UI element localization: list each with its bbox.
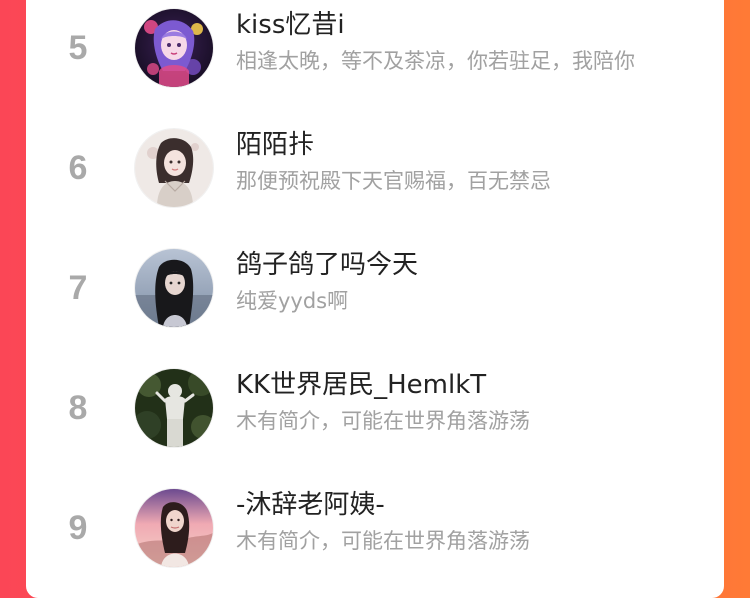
anime-girl-avatar-icon (135, 9, 213, 87)
user-nickname[interactable]: kiss忆昔i (236, 8, 345, 42)
user-avatar[interactable] (135, 249, 213, 327)
user-nickname[interactable]: KK世界居民_HemlkT (236, 368, 486, 402)
rank-number: 9 (68, 509, 88, 547)
user-nickname[interactable]: 陌陌拤 (236, 128, 314, 162)
ranking-row-5[interactable]: 5 kiss忆昔i 相逢太晚，等不及茶凉，你若驻足，我陪你 (26, 0, 724, 100)
user-avatar[interactable] (135, 489, 213, 567)
rank-number: 8 (68, 389, 88, 427)
ranking-list: 5 kiss忆昔i 相逢太晚，等不及茶凉，你若驻足，我陪你 6 陌陌拤 那便预祝… (26, 0, 724, 585)
ranking-row-6[interactable]: 6 陌陌拤 那便预祝殿下天官赐福，百无禁忌 (26, 120, 724, 220)
user-bio: 纯爱yyds啊 (236, 289, 349, 313)
user-bio: 木有简介，可能在世界角落游荡 (236, 529, 530, 553)
rank-number: 5 (68, 29, 88, 67)
ranking-row-8[interactable]: 8 KK世界居民_HemlkT 木有简介，可能在世界角落游荡 (26, 360, 724, 460)
ranking-row-7[interactable]: 7 鸽子鸽了吗今天 纯爱yyds啊 (26, 240, 724, 340)
user-nickname[interactable]: -沐辞老阿姨- (236, 488, 385, 522)
user-nickname[interactable]: 鸽子鸽了吗今天 (236, 248, 418, 282)
statue-photo-avatar-icon (135, 369, 213, 447)
rank-number: 7 (68, 269, 88, 307)
user-bio: 木有简介，可能在世界角落游荡 (236, 409, 530, 433)
sunset-portrait-avatar-icon (135, 489, 213, 567)
portrait-photo-avatar-icon (135, 249, 213, 327)
ranking-row-9[interactable]: 9 -沐辞老阿姨- 木有简介，可能在世界角落游荡 (26, 480, 724, 580)
user-avatar[interactable] (135, 369, 213, 447)
user-avatar[interactable] (135, 9, 213, 87)
user-bio: 那便预祝殿下天官赐福，百无禁忌 (236, 169, 551, 193)
illustrated-girl-avatar-icon (135, 129, 213, 207)
user-bio: 相逢太晚，等不及茶凉，你若驻足，我陪你 (236, 49, 635, 73)
user-avatar[interactable] (135, 129, 213, 207)
rank-number: 6 (68, 149, 88, 187)
